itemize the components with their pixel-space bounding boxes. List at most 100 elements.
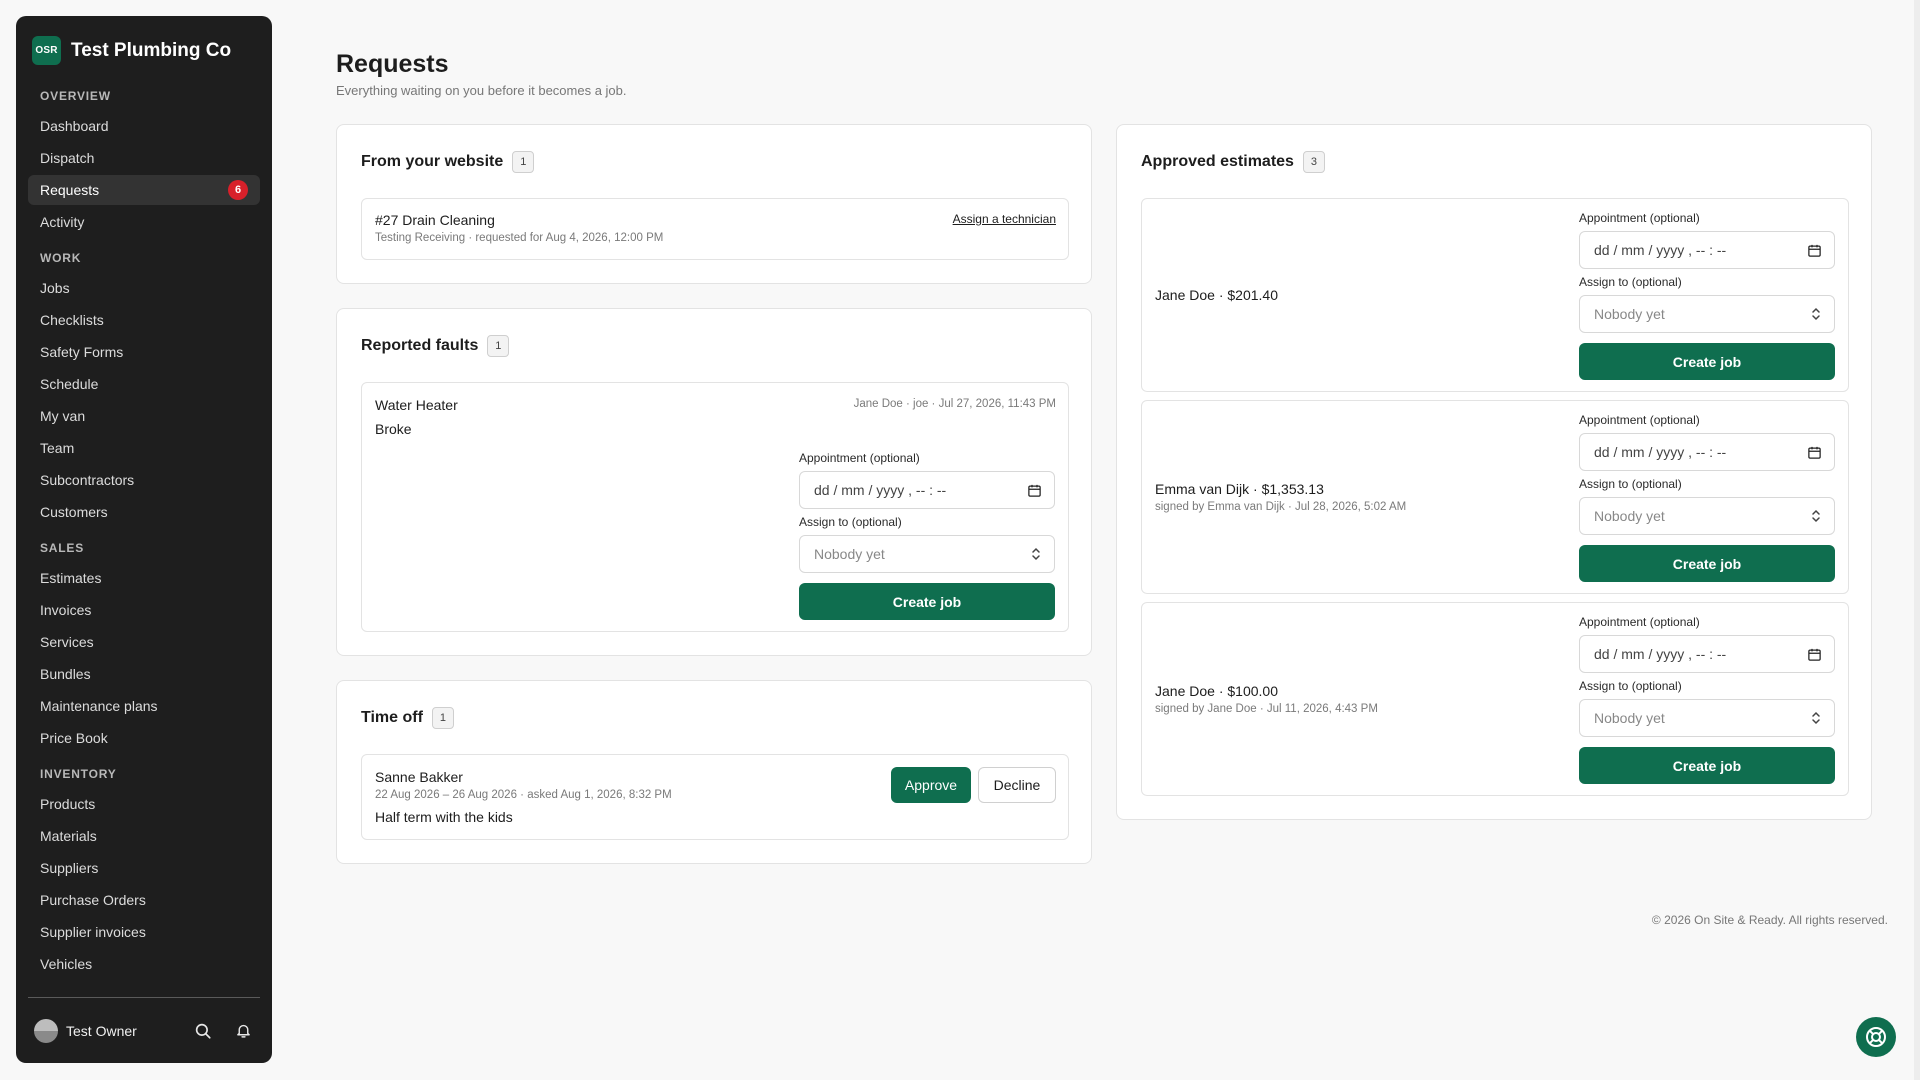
sidebar-item-customers[interactable]: Customers bbox=[28, 497, 260, 527]
card-header: From your website 1 bbox=[361, 151, 535, 173]
sidebar-footer: Test Owner bbox=[28, 997, 260, 1063]
assign-select[interactable]: Nobody yet bbox=[1579, 295, 1835, 333]
sidebar-item-requests[interactable]: Requests 6 bbox=[28, 175, 260, 205]
sidebar-item-label: Subcontractors bbox=[40, 472, 135, 488]
calendar-icon[interactable] bbox=[1027, 483, 1042, 498]
calendar-icon[interactable] bbox=[1807, 445, 1822, 460]
appointment-datetime-input[interactable]: dd / mm / yyyy , -- : -- bbox=[1579, 433, 1835, 471]
page-subtitle: Everything waiting on you before it beco… bbox=[336, 83, 627, 98]
card-header: Reported faults 1 bbox=[361, 335, 510, 357]
datetime-placeholder: dd / mm / yyyy , -- : -- bbox=[1594, 444, 1727, 460]
estimate-meta: signed by Jane Doe · Jul 11, 2026, 4:43 … bbox=[1155, 703, 1378, 715]
appointment-label: Appointment (optional) bbox=[1579, 413, 1700, 427]
search-icon[interactable] bbox=[192, 1020, 214, 1042]
estimate-meta: signed by Emma van Dijk · Jul 28, 2026, … bbox=[1155, 501, 1407, 513]
sidebar-item-label: Supplier invoices bbox=[40, 924, 146, 940]
card-title: Reported faults bbox=[361, 337, 479, 354]
sidebar-item-label: Schedule bbox=[40, 376, 99, 392]
nav-heading-sales: SALES bbox=[40, 541, 85, 555]
create-job-button[interactable]: Create job bbox=[1579, 747, 1835, 784]
assign-select[interactable]: Nobody yet bbox=[1579, 497, 1835, 535]
estimate-item: Emma van Dijk · $1,353.13 signed by Emma… bbox=[1141, 400, 1849, 594]
datetime-placeholder: dd / mm / yyyy , -- : -- bbox=[1594, 646, 1727, 662]
assign-label: Assign to (optional) bbox=[1579, 477, 1682, 491]
sidebar-item-dispatch[interactable]: Dispatch bbox=[28, 143, 260, 173]
calendar-icon[interactable] bbox=[1807, 243, 1822, 258]
sidebar-item-label: Products bbox=[40, 796, 96, 812]
sidebar-item-checklists[interactable]: Checklists bbox=[28, 305, 260, 335]
approve-button[interactable]: Approve bbox=[891, 767, 971, 803]
sidebar-item-price-book[interactable]: Price Book bbox=[28, 723, 260, 753]
assign-select-value: Nobody yet bbox=[814, 546, 885, 562]
card-header: Approved estimates 3 bbox=[1141, 151, 1325, 173]
assign-technician-link[interactable]: Assign a technician bbox=[953, 212, 1056, 226]
appointment-datetime-input[interactable]: dd / mm / yyyy , -- : -- bbox=[1579, 231, 1835, 269]
count-badge: 3 bbox=[1302, 151, 1325, 173]
sidebar-item-invoices[interactable]: Invoices bbox=[28, 595, 260, 625]
website-request-item: #27 Drain Cleaning Testing Receiving · r… bbox=[361, 198, 1069, 260]
estimate-title: Emma van Dijk · $1,353.13 bbox=[1155, 481, 1324, 497]
assign-select[interactable]: Nobody yet bbox=[1579, 699, 1835, 737]
appointment-datetime-input[interactable]: dd / mm / yyyy , -- : -- bbox=[1579, 635, 1835, 673]
website-requests-card: From your website 1 #27 Drain Cleaning T… bbox=[336, 124, 1092, 284]
appointment-label: Appointment (optional) bbox=[1579, 615, 1700, 629]
decline-button[interactable]: Decline bbox=[978, 767, 1056, 803]
sidebar-item-dashboard[interactable]: Dashboard bbox=[28, 111, 260, 141]
page-scrollbar[interactable] bbox=[1914, 0, 1920, 1080]
sidebar-item-label: Requests bbox=[40, 182, 100, 198]
brand[interactable]: OSR Test Plumbing Co bbox=[28, 32, 260, 79]
sidebar-item-subcontractors[interactable]: Subcontractors bbox=[28, 465, 260, 495]
datetime-placeholder: dd / mm / yyyy , -- : -- bbox=[814, 482, 947, 498]
card-header: Time off 1 bbox=[361, 707, 454, 729]
time-off-name: Sanne Bakker bbox=[375, 769, 463, 785]
calendar-icon[interactable] bbox=[1807, 647, 1822, 662]
card-title: Approved estimates bbox=[1141, 153, 1294, 170]
sidebar-item-safety-forms[interactable]: Safety Forms bbox=[28, 337, 260, 367]
sidebar-item-team[interactable]: Team bbox=[28, 433, 260, 463]
lifebuoy-icon bbox=[1864, 1025, 1888, 1049]
copyright-notice: © 2026 On Site & Ready. All rights reser… bbox=[1651, 913, 1888, 927]
brand-name: Test Plumbing Co bbox=[71, 39, 232, 61]
bell-icon[interactable] bbox=[232, 1020, 254, 1042]
time-off-card: Time off 1 Sanne Bakker 22 Aug 2026 – 26… bbox=[336, 680, 1092, 864]
sidebar-item-activity[interactable]: Activity bbox=[28, 207, 260, 237]
sidebar-item-maintenance-plans[interactable]: Maintenance plans bbox=[28, 691, 260, 721]
sidebar-item-suppliers[interactable]: Suppliers bbox=[28, 853, 260, 883]
fault-meta: Jane Doe · joe · Jul 27, 2026, 11:43 PM bbox=[853, 398, 1056, 410]
help-button[interactable] bbox=[1856, 1017, 1896, 1057]
chevron-up-down-icon bbox=[1810, 711, 1822, 725]
sidebar-item-bundles[interactable]: Bundles bbox=[28, 659, 260, 689]
sidebar-item-materials[interactable]: Materials bbox=[28, 821, 260, 851]
appointment-datetime-input[interactable]: dd / mm / yyyy , -- : -- bbox=[799, 471, 1055, 509]
assign-select[interactable]: Nobody yet bbox=[799, 535, 1055, 573]
count-badge: 1 bbox=[487, 335, 510, 357]
assign-select-value: Nobody yet bbox=[1594, 710, 1665, 726]
approved-estimates-card: Approved estimates 3 Jane Doe · $201.40 … bbox=[1116, 124, 1872, 820]
avatar[interactable] bbox=[34, 1018, 58, 1043]
assign-label: Assign to (optional) bbox=[799, 515, 902, 529]
fault-description: Broke bbox=[375, 421, 412, 437]
estimate-title: Jane Doe · $100.00 bbox=[1155, 683, 1278, 699]
assign-select-value: Nobody yet bbox=[1594, 508, 1665, 524]
create-job-button[interactable]: Create job bbox=[1579, 343, 1835, 380]
sidebar-item-vehicles[interactable]: Vehicles bbox=[28, 949, 260, 979]
sidebar-item-services[interactable]: Services bbox=[28, 627, 260, 657]
appointment-label: Appointment (optional) bbox=[799, 451, 920, 465]
sidebar-item-purchase-orders[interactable]: Purchase Orders bbox=[28, 885, 260, 915]
sidebar-item-label: Invoices bbox=[40, 602, 92, 618]
sidebar-item-supplier-invoices[interactable]: Supplier invoices bbox=[28, 917, 260, 947]
sidebar-item-products[interactable]: Products bbox=[28, 789, 260, 819]
sidebar-item-schedule[interactable]: Schedule bbox=[28, 369, 260, 399]
sidebar-item-my-van[interactable]: My van bbox=[28, 401, 260, 431]
reported-faults-card: Reported faults 1 Water Heater Broke Jan… bbox=[336, 308, 1092, 656]
owner-name[interactable]: Test Owner bbox=[66, 1023, 174, 1039]
time-off-note: Half term with the kids bbox=[375, 809, 513, 825]
create-job-button[interactable]: Create job bbox=[1579, 545, 1835, 582]
chevron-up-down-icon bbox=[1030, 547, 1042, 561]
sidebar-item-label: Customers bbox=[40, 504, 108, 520]
sidebar-item-estimates[interactable]: Estimates bbox=[28, 563, 260, 593]
requests-count-badge: 6 bbox=[228, 180, 248, 200]
sidebar-item-label: Dashboard bbox=[40, 118, 109, 134]
create-job-button[interactable]: Create job bbox=[799, 583, 1055, 620]
sidebar-item-jobs[interactable]: Jobs bbox=[28, 273, 260, 303]
